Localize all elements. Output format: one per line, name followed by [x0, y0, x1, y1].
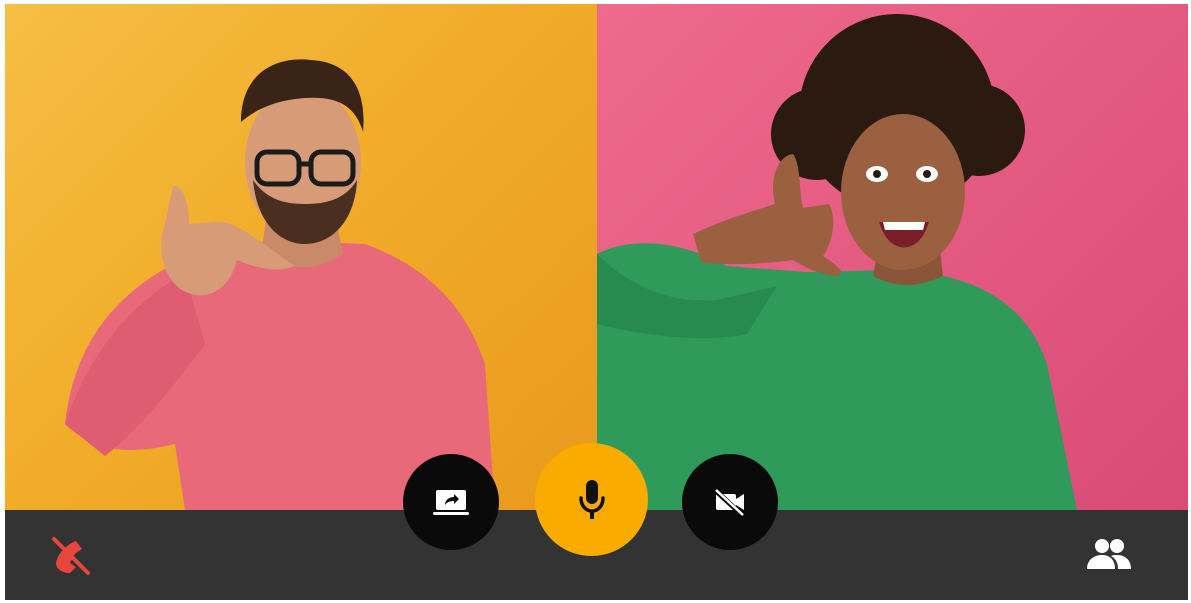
share-screen-icon — [433, 490, 469, 515]
participants-button[interactable] — [1082, 533, 1136, 575]
hang-up-button[interactable] — [46, 532, 96, 578]
mic-icon — [578, 479, 605, 519]
camera-off-icon — [713, 488, 744, 517]
share-screen-button[interactable] — [403, 454, 499, 550]
participant-video-right — [597, 4, 1188, 510]
hang-up-icon — [52, 537, 90, 575]
people-icon — [1087, 539, 1131, 569]
participant-video-left — [5, 4, 597, 510]
participant-left-image — [65, 59, 495, 510]
participant-right-image — [597, 14, 1077, 510]
camera-toggle-button[interactable] — [682, 454, 778, 550]
microphone-button[interactable] — [535, 443, 648, 556]
